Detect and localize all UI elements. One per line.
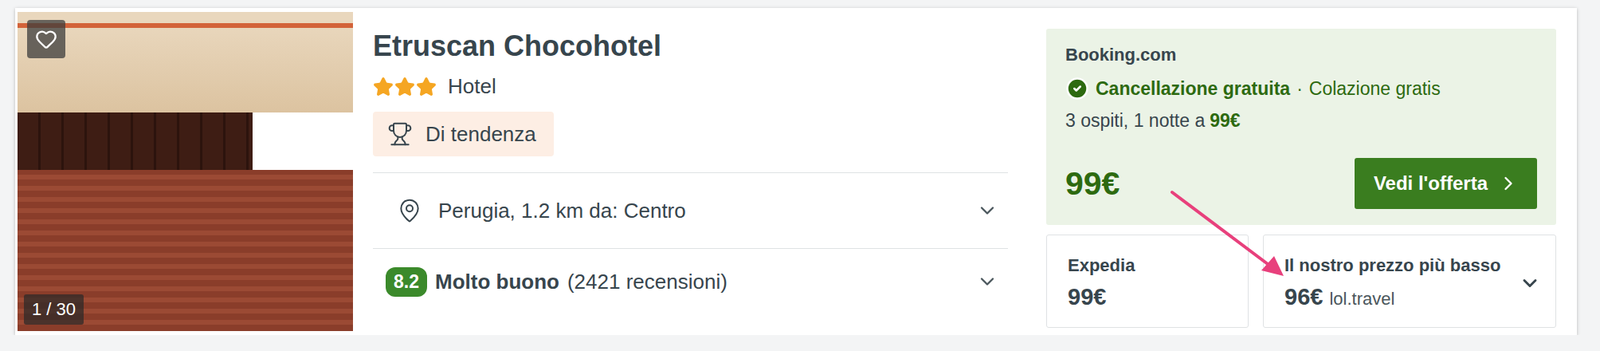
hotel-name[interactable]: Etruscan Chocohotel [372, 29, 1008, 63]
location-row[interactable]: Perugia, 1.2 km da: Centro [372, 172, 1008, 248]
other-offer[interactable]: Il nostro prezzo più basso96€lol.travel [1262, 234, 1557, 328]
pin-icon [396, 197, 423, 224]
star-icon [372, 76, 394, 98]
trophy-icon [387, 121, 413, 147]
chevron-right-icon [1497, 172, 1520, 195]
offer-summary: 3 ospiti, 1 notte a99€ [1065, 109, 1538, 132]
offer-price: 99€ [1065, 164, 1120, 203]
annotation-arrow-icon [1154, 179, 1299, 291]
photo-headboard [17, 112, 253, 170]
view-offer-button[interactable]: Vedi l'offerta [1354, 157, 1538, 209]
other-offer[interactable]: Expedia99€ [1046, 234, 1249, 328]
rating-row[interactable]: 8.2Molto buono(2421 recensioni) [372, 247, 1008, 314]
offers-panel: Booking.com Cancellazione gratuita·Colazi… [1046, 11, 1557, 331]
photo-wall [17, 11, 353, 113]
rating-score: 8.2 [385, 266, 428, 297]
chevron-down-icon [976, 199, 999, 222]
offer-perks: Cancellazione gratuita·Colazione gratis [1065, 76, 1538, 101]
hotel-type: Hotel [372, 74, 1008, 99]
main-offer[interactable]: Booking.com Cancellazione gratuita·Colazi… [1046, 28, 1557, 225]
chevron-down-icon [976, 270, 999, 293]
hotel-info: Etruscan Chocohotel Hotel Di tendenza Perug… [372, 11, 1008, 331]
trending-badge: Di tendenza [372, 111, 554, 157]
offer-provider: Booking.com [1065, 44, 1538, 66]
star-icon [415, 76, 437, 98]
photo-counter: 1 / 30 [23, 294, 84, 325]
star-icon [394, 76, 416, 98]
hotel-card: 1 / 30 Etruscan Chocohotel Hotel Di tendenz… [15, 7, 1577, 335]
chevron-down-icon [1518, 271, 1542, 295]
star-rating [372, 76, 437, 98]
favorite-button[interactable] [27, 19, 66, 59]
heart-icon [35, 27, 58, 51]
hotel-photo[interactable]: 1 / 30 [17, 11, 353, 331]
check-icon [1065, 76, 1090, 101]
